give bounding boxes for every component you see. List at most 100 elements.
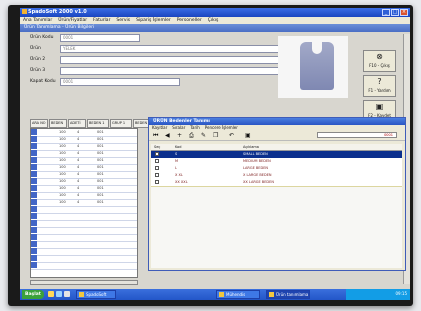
row-selector[interactable] [31, 227, 37, 233]
table-cell: 100 [59, 179, 66, 183]
column-header[interactable]: GRUP 1 [110, 119, 132, 128]
column-header[interactable]: BEDEN 1 [87, 119, 109, 128]
close-button[interactable]: × [400, 9, 408, 16]
help-button[interactable]: ? F1 - Yardım [363, 75, 396, 97]
row-selector[interactable] [31, 150, 37, 156]
edit-icon[interactable]: ✎ [201, 132, 206, 139]
column-header[interactable]: BEDEN [49, 119, 67, 128]
size-row[interactable]: XX XXL XX LARGE BEDEN [151, 179, 402, 187]
table-row[interactable] [31, 262, 137, 270]
product-name3-field[interactable] [60, 67, 280, 75]
size-code: S [175, 152, 178, 156]
table-cell: 4 [77, 186, 80, 190]
table-cell: 001 [97, 179, 104, 183]
search-field[interactable]: 0001 [317, 132, 397, 138]
row-checkbox[interactable] [155, 173, 159, 177]
menu-item[interactable]: Personeller [177, 17, 202, 24]
row-checkbox[interactable] [155, 180, 159, 184]
table-cell: 100 [59, 186, 66, 190]
menu-item[interactable]: Ürün/Fiyatlar [58, 17, 87, 24]
column-header[interactable]: ARA NO [30, 119, 48, 128]
first-record-icon[interactable]: ⏮ [153, 132, 158, 140]
table-cell: 100 [59, 165, 66, 169]
row-selector[interactable] [31, 206, 37, 212]
product-name2-field[interactable] [60, 56, 280, 64]
row-checkbox[interactable] [155, 166, 159, 170]
field-label: Ürün 3 [30, 68, 46, 73]
exit-button-label: F10 - Çıkış [369, 63, 390, 68]
menu-item[interactable]: Çıkış [208, 17, 219, 24]
print-icon[interactable]: ⎙ [189, 132, 194, 140]
table-cell: 100 [59, 172, 66, 176]
table-cell: 100 [59, 130, 66, 134]
prev-record-icon[interactable]: ◀ [165, 132, 170, 139]
exit-button[interactable]: ⊗ F10 - Çıkış [363, 50, 396, 72]
row-checkbox[interactable] [155, 152, 159, 156]
table-cell: 100 [59, 200, 66, 204]
table-cell: 100 [59, 193, 66, 197]
menu-item[interactable]: Sipariş İşlemler [136, 17, 171, 24]
field-label: Ürün [30, 46, 41, 51]
table-cell: 001 [97, 172, 104, 176]
table-cell: 001 [97, 137, 104, 141]
row-selector[interactable] [31, 136, 37, 142]
column-header[interactable]: Kod [175, 144, 181, 150]
row-selector[interactable] [31, 143, 37, 149]
row-selector[interactable] [31, 255, 37, 261]
table-cell: 001 [97, 186, 104, 190]
minimize-button[interactable]: _ [382, 9, 390, 16]
row-checkbox[interactable] [155, 159, 159, 163]
menu-item[interactable]: Servis [116, 17, 130, 24]
row-selector[interactable] [31, 178, 37, 184]
task-button[interactable]: Ürün tanımlama [266, 290, 310, 299]
row-selector[interactable] [31, 129, 37, 135]
table-cell: 4 [77, 172, 80, 176]
row-selector[interactable] [31, 220, 37, 226]
app-titlebar: SpadoSoft 2000 v1.0 _ □ × [20, 8, 410, 17]
row-selector[interactable] [31, 171, 37, 177]
row-selector[interactable] [31, 199, 37, 205]
row-selector[interactable] [31, 241, 37, 247]
row-selector[interactable] [31, 262, 37, 268]
taskbar: Başlat SpadoSoft Mühendis Ürün tanımlama… [20, 289, 410, 300]
group-code-select[interactable]: 0001 [60, 78, 180, 86]
row-selector[interactable] [31, 213, 37, 219]
column-header[interactable]: Seç [154, 144, 160, 150]
field-label: Ürün Kodu [30, 35, 54, 40]
row-selector[interactable] [31, 164, 37, 170]
form-row: Kapat Kodu 0001 [30, 78, 190, 87]
table-cell: 001 [97, 144, 104, 148]
menu-item[interactable]: Faturlar [93, 17, 110, 24]
task-button[interactable]: Mühendis [216, 290, 260, 299]
row-selector[interactable] [31, 234, 37, 240]
size-description: LARGE BEDEN [243, 166, 269, 170]
table-cell: 4 [77, 200, 80, 204]
table-cell: 001 [97, 151, 104, 155]
product-name-field[interactable]: YELEK [60, 45, 280, 53]
column-header[interactable]: Açıklama [243, 144, 259, 150]
horizontal-scrollbar[interactable] [30, 280, 138, 285]
menu-item[interactable]: Ana Tanımlar [23, 17, 52, 24]
start-button[interactable]: Başlat [22, 290, 44, 299]
browser-icon[interactable] [56, 291, 62, 297]
desktop-icon[interactable] [64, 291, 70, 297]
task-button[interactable]: SpadoSoft [76, 290, 116, 299]
folder-icon[interactable] [48, 291, 54, 297]
row-selector[interactable] [31, 157, 37, 163]
table-cell: 100 [59, 144, 66, 148]
product-photo [278, 36, 348, 98]
row-selector[interactable] [31, 192, 37, 198]
field-label: Ürün 2 [30, 57, 46, 62]
product-code-field[interactable]: 0001 [60, 34, 140, 42]
menu-bar: Ana Tanımlar Ürün/Fiyatlar Faturlar Serv… [20, 17, 410, 24]
row-selector[interactable] [31, 185, 37, 191]
screen: SpadoSoft 2000 v1.0 _ □ × Ana Tanımlar Ü… [20, 8, 410, 300]
form-row: Ürün Kodu 0001 [30, 34, 140, 43]
save-icon[interactable]: ▣ [245, 132, 251, 139]
row-selector[interactable] [31, 248, 37, 254]
column-header[interactable]: ADETİ [68, 119, 86, 128]
add-icon[interactable]: + [177, 132, 182, 139]
copy-icon[interactable]: ❐ [213, 132, 218, 139]
undo-icon[interactable]: ↶ [229, 132, 234, 139]
maximize-button[interactable]: □ [391, 9, 399, 16]
